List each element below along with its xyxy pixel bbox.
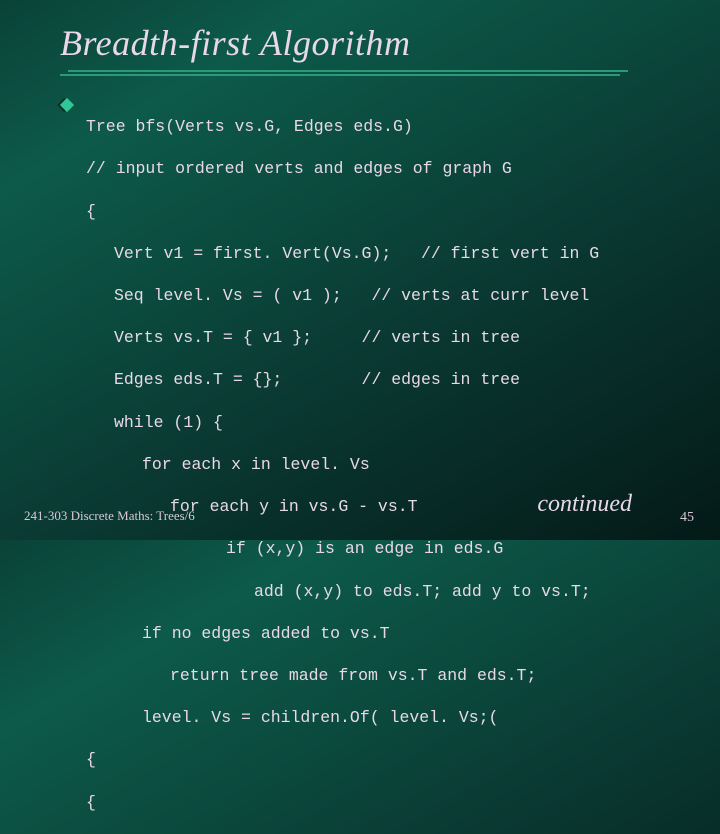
code-line: add (x,y) to eds.T; add y to vs.T; — [86, 581, 599, 602]
title-underline-shadow — [60, 74, 620, 76]
diamond-bullet-icon — [60, 98, 74, 112]
code-line: { — [86, 749, 599, 770]
code-line: Vert v1 = first. Vert(Vs.G); // first ve… — [86, 243, 599, 264]
code-line: Tree bfs(Verts vs.G, Edges eds.G) — [86, 116, 599, 137]
code-line: if no edges added to vs.T — [86, 623, 599, 644]
code-line: level. Vs = children.Of( level. Vs;( — [86, 707, 599, 728]
code-line: return tree made from vs.T and eds.T; — [86, 665, 599, 686]
code-line: { — [86, 792, 599, 813]
code-line: // input ordered verts and edges of grap… — [86, 158, 599, 179]
code-line: if (x,y) is an edge in eds.G — [86, 538, 599, 559]
code-line: Verts vs.T = { v1 }; // verts in tree — [86, 327, 599, 348]
code-line: { — [86, 201, 599, 222]
code-line: while (1) { — [86, 412, 599, 433]
page-number: 45 — [680, 510, 694, 526]
slide-title: Breadth-first Algorithm — [60, 22, 680, 64]
code-block: Tree bfs(Verts vs.G, Edges eds.G) // inp… — [86, 95, 599, 834]
title-underline — [68, 70, 628, 72]
continued-label: continued — [537, 491, 632, 518]
code-line: Edges eds.T = {}; // edges in tree — [86, 369, 599, 390]
footer-text: 241-303 Discrete Maths: Trees/6 — [24, 508, 195, 524]
code-line: Seq level. Vs = ( v1 ); // verts at curr… — [86, 285, 599, 306]
code-line: for each x in level. Vs — [86, 454, 599, 475]
